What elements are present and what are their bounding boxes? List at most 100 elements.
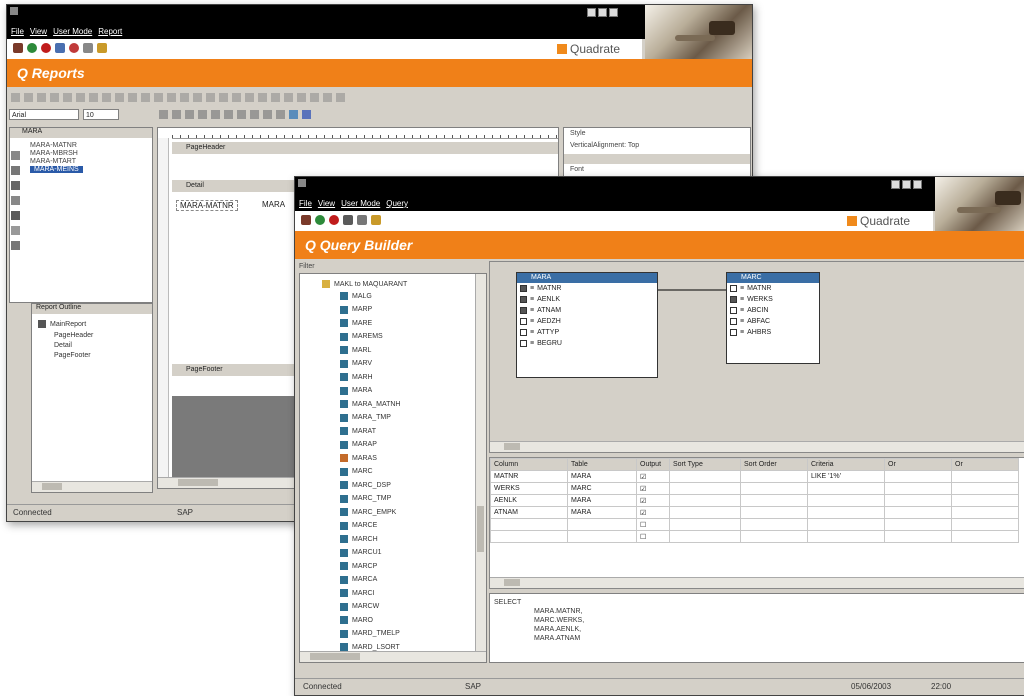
table-box-mara[interactable]: MARA ≡ MATNR ≡ AENLK ≡ ATNAM ≡ AEDZH ≡ ATTYP ≡ BEGR…	[516, 272, 658, 378]
maximize-icon[interactable]	[598, 8, 607, 17]
tree-table-item[interactable]: MARC	[340, 467, 373, 476]
grid-cell[interactable]	[951, 506, 1019, 519]
stop-icon[interactable]	[69, 43, 79, 53]
table-icon[interactable]	[343, 215, 353, 225]
justify-icon[interactable]	[237, 110, 246, 119]
toolbar-button-icon[interactable]	[141, 93, 150, 102]
grid-cell[interactable]	[669, 518, 741, 531]
grid-cell[interactable]	[669, 494, 741, 507]
grid-cell[interactable]: MARA	[567, 506, 637, 519]
grid-cell[interactable]: ☑	[636, 482, 670, 495]
grid-cell[interactable]	[740, 518, 808, 531]
grid-cell[interactable]	[951, 518, 1019, 531]
align-right-icon[interactable]	[224, 110, 233, 119]
grid-cell[interactable]	[740, 470, 808, 483]
tree-table-item[interactable]: MALG	[340, 292, 372, 300]
criteria-grid[interactable]: Column Table Output Sort Type Sort Order Crit…	[490, 458, 1019, 543]
connect-icon[interactable]	[315, 215, 325, 225]
grid-cell[interactable]	[567, 530, 637, 543]
align-left-icon[interactable]	[198, 110, 207, 119]
table-box-marc[interactable]: MARC ≡ MATNR ≡ WERKS ≡ ABCIN ≡ ABFAC ≡ AHBRS	[726, 272, 820, 364]
grid-cell[interactable]	[807, 506, 885, 519]
grid-cell[interactable]	[951, 470, 1019, 483]
menu-user-mode[interactable]: User Mode	[341, 199, 380, 208]
grid-cell[interactable]	[807, 518, 885, 531]
tree-table-item[interactable]: MARO	[340, 616, 373, 624]
toolbar-button-icon[interactable]	[63, 93, 72, 102]
tree-table-item[interactable]: MARCE	[340, 521, 377, 530]
toolbar-button-icon[interactable]	[245, 93, 254, 102]
toolbar-button-icon[interactable]	[37, 93, 46, 102]
tree-table-item[interactable]: MARP	[340, 305, 372, 314]
toolbar-button-icon[interactable]	[180, 93, 189, 102]
outline-detail[interactable]: Detail	[54, 342, 72, 349]
tree-table-item[interactable]: MARAP	[340, 440, 377, 449]
fill-color-icon[interactable]	[289, 110, 298, 119]
grid-row[interactable]: ☐	[490, 518, 1019, 531]
toolbar-button-icon[interactable]	[258, 93, 267, 102]
tree-table-item[interactable]: MARA_TMP	[340, 413, 391, 422]
menu-query[interactable]: Query	[386, 199, 408, 208]
toolbar-button-icon[interactable]	[24, 93, 33, 102]
table-field-row[interactable]: ≡ AENLK	[517, 294, 657, 305]
menu-user-mode[interactable]: User Mode	[53, 27, 92, 36]
minimize-icon[interactable]	[891, 180, 900, 189]
pagebreak-tool-icon[interactable]	[11, 241, 20, 250]
toolbar-button-icon[interactable]	[284, 93, 293, 102]
tree-hscroll[interactable]	[300, 651, 486, 662]
toolbar-button-icon[interactable]	[336, 93, 345, 102]
field-item[interactable]: MARA-MATNR	[30, 142, 77, 149]
grid-cell[interactable]: ☐	[636, 518, 670, 531]
prop-style[interactable]: Style	[570, 130, 586, 137]
grid-cell[interactable]: MATNR	[490, 470, 568, 483]
disconnect-icon[interactable]	[41, 43, 51, 53]
grid-cell[interactable]	[884, 494, 952, 507]
table-field-row[interactable]: ≡ AHBRS	[727, 327, 819, 338]
grid-cell[interactable]	[884, 482, 952, 495]
outline-main-report[interactable]: MainReport	[38, 320, 86, 328]
grid-cell[interactable]	[951, 482, 1019, 495]
toolbar-button-icon[interactable]	[219, 93, 228, 102]
tree-table-item[interactable]: MARCI	[340, 589, 375, 597]
grid-cell[interactable]	[951, 494, 1019, 507]
menu-file[interactable]: File	[299, 199, 312, 208]
save-icon[interactable]	[13, 43, 23, 53]
field-checkbox[interactable]	[730, 329, 737, 336]
sql-text[interactable]: SELECT MARA.MATNR, MARC.WERKS, MARA.AENLK, M…	[494, 598, 584, 643]
grid-header-cell[interactable]: Or	[951, 458, 1019, 471]
tree-table-item[interactable]: MARH	[340, 373, 373, 381]
tree-table-item[interactable]: MARV	[340, 359, 372, 368]
toolbar-button-icon[interactable]	[128, 93, 137, 102]
grid-cell[interactable]: ☑	[636, 494, 670, 507]
tree-table-item[interactable]: MAREMS	[340, 332, 383, 341]
help-icon[interactable]	[97, 43, 107, 53]
grid-cell[interactable]	[669, 482, 741, 495]
table-field-row[interactable]: ≡ WERKS	[727, 294, 819, 305]
table-box-marc-title[interactable]: MARC	[727, 273, 819, 283]
detail-field-box-2[interactable]: MARA	[262, 200, 285, 209]
outline-page-footer[interactable]: PageFooter	[54, 352, 91, 359]
toolbar-button-icon[interactable]	[232, 93, 241, 102]
toolbar-button-icon[interactable]	[102, 93, 111, 102]
field-item[interactable]: MARA-MBRSH	[30, 150, 78, 157]
table-field-row[interactable]: ≡ ABFAC	[727, 316, 819, 327]
grid-header-cell[interactable]: Output	[636, 458, 670, 471]
tree-table-item[interactable]: MARC_TMP	[340, 494, 391, 503]
tree-table-item[interactable]: MARC_DSP	[340, 481, 391, 489]
grid-cell[interactable]: ATNAM	[490, 506, 568, 519]
table-box-mara-title[interactable]: MARA	[517, 273, 657, 283]
menu-report[interactable]: Report	[98, 27, 122, 36]
indent-icon[interactable]	[263, 110, 272, 119]
list-icon[interactable]	[250, 110, 259, 119]
tree-vscroll[interactable]	[475, 274, 486, 652]
grid-cell[interactable]	[669, 470, 741, 483]
grid-header-cell[interactable]: Column	[490, 458, 568, 471]
field-checkbox[interactable]	[520, 340, 527, 347]
undo-icon[interactable]	[83, 43, 93, 53]
grid-cell[interactable]	[669, 506, 741, 519]
shape-tool-icon[interactable]	[11, 211, 20, 220]
disconnect-icon[interactable]	[329, 215, 339, 225]
tree-table-item[interactable]: MARA	[340, 386, 372, 395]
toolbar-button-icon[interactable]	[323, 93, 332, 102]
toolbar-button-icon[interactable]	[206, 93, 215, 102]
